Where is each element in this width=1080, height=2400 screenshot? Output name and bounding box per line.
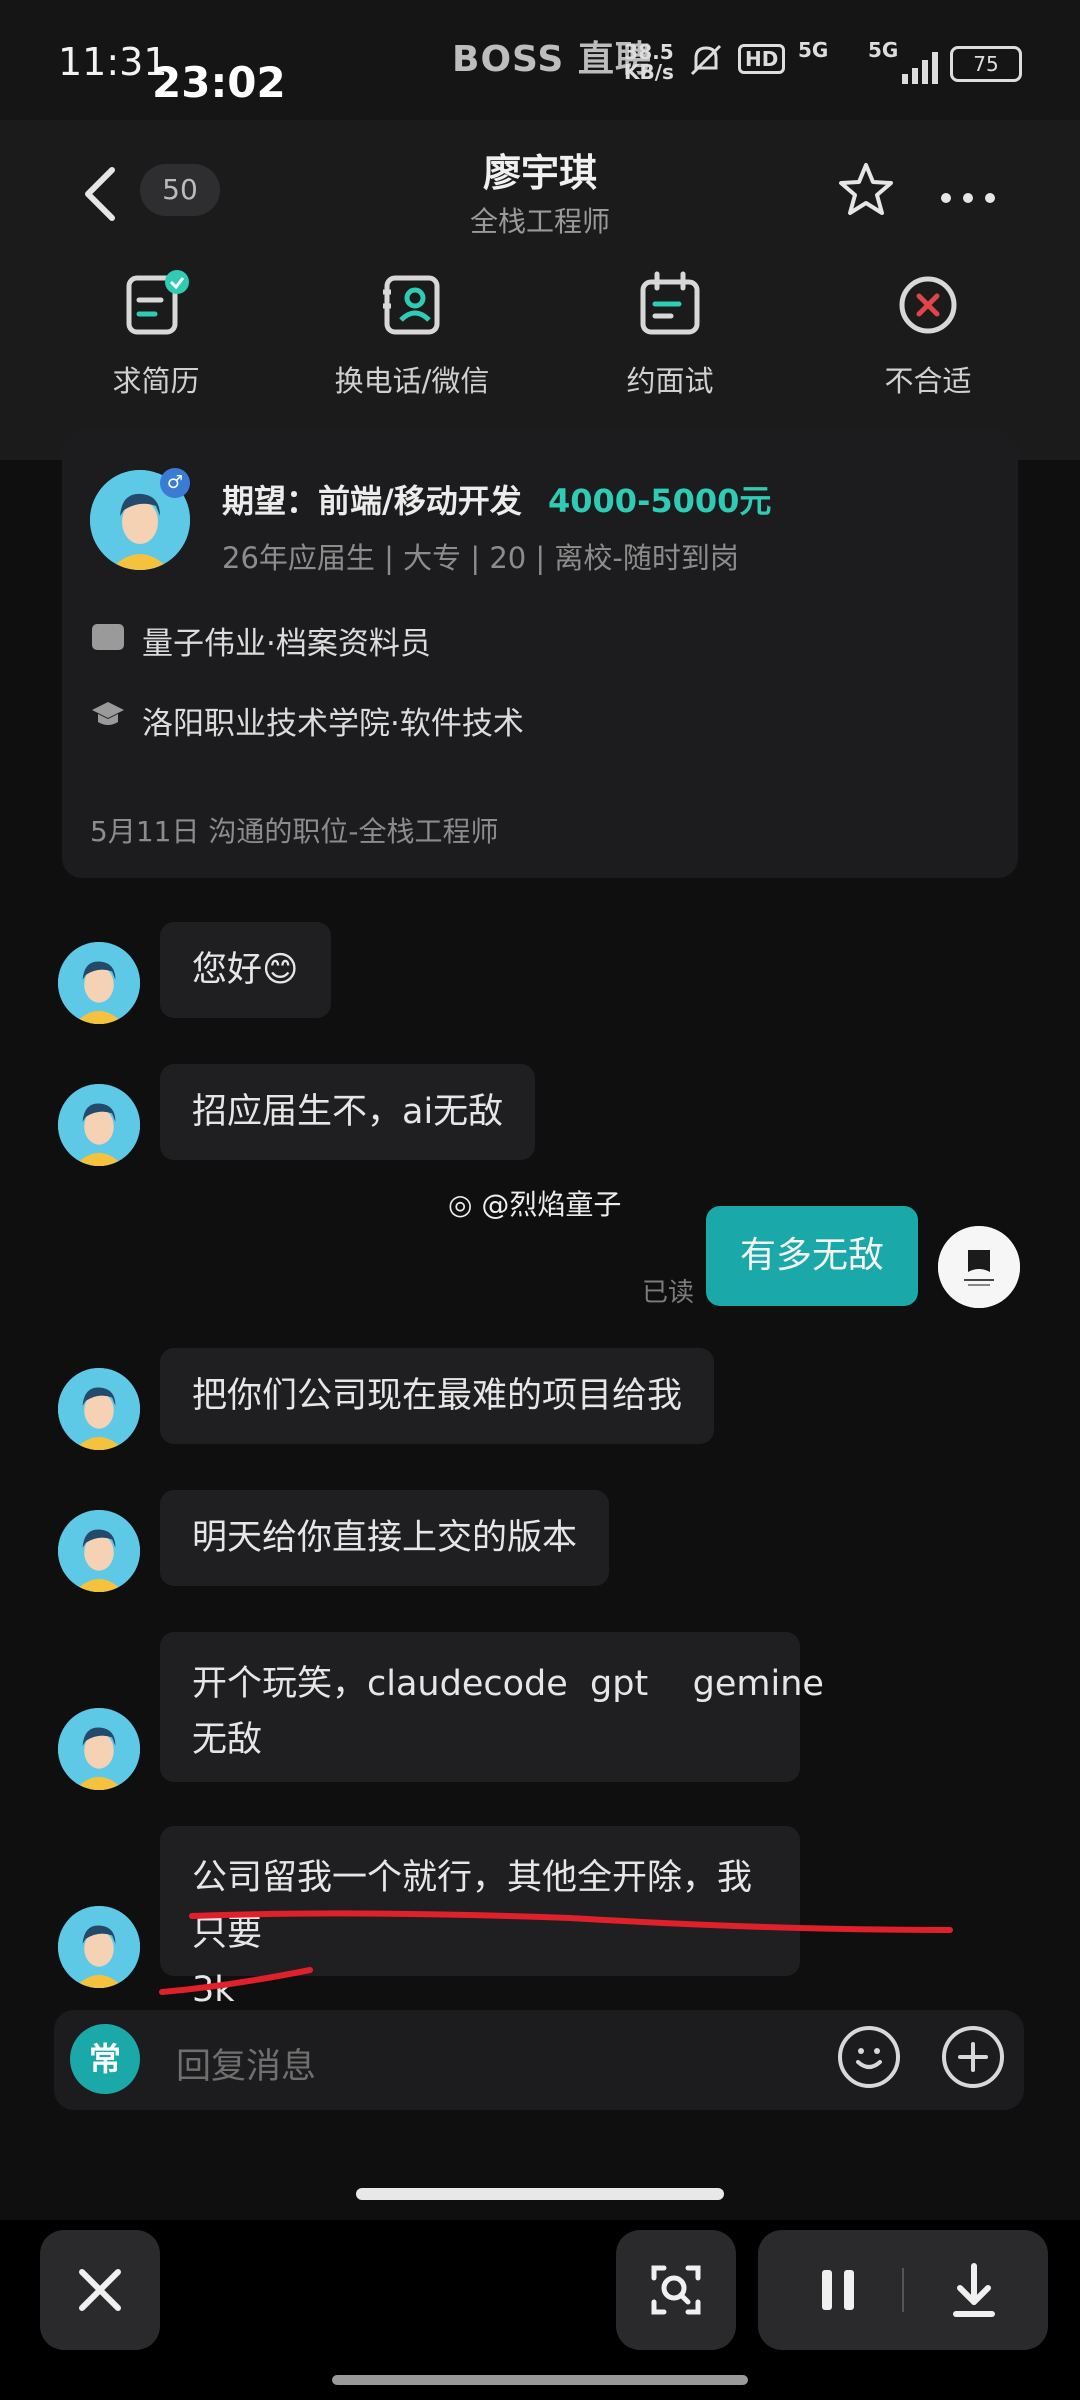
emoji-icon[interactable]: [838, 2026, 900, 2088]
briefcase-icon: [92, 624, 124, 650]
sender-avatar[interactable]: [58, 1510, 140, 1592]
watermark-text: @烈焰童子: [481, 1188, 622, 1221]
male-gender-icon: ♂: [160, 468, 190, 498]
sender-avatar[interactable]: [58, 1708, 140, 1790]
signal-label-2: 5G: [868, 38, 899, 62]
resume-icon: [121, 270, 191, 340]
status-time: 23:02: [152, 58, 286, 107]
expected-position: 期望：前端/移动开发: [222, 482, 522, 520]
playback-controls: [758, 2230, 1048, 2350]
close-icon: [79, 2269, 121, 2311]
weibo-watermark: ◎ @烈焰童子: [448, 1183, 621, 1223]
sender-avatar[interactable]: [58, 1906, 140, 1988]
contact-card-icon: [377, 270, 447, 340]
exchange-contact-button[interactable]: 换电话/微信: [322, 270, 502, 400]
divider: [902, 2268, 904, 2312]
reject-icon: [893, 270, 963, 340]
screenshot-search-button[interactable]: [616, 2230, 736, 2350]
home-indicator: [356, 2188, 724, 2200]
weibo-icon: ◎: [448, 1188, 482, 1221]
message-line: 开个玩笑，claudecode gpt gemine: [192, 1664, 824, 1704]
contact-name: 廖宇琪: [482, 151, 597, 195]
message-bubble[interactable]: 把你们公司现在最难的项目给我: [160, 1348, 715, 1444]
schedule-interview-label: 约面试: [626, 364, 714, 398]
more-options-icon[interactable]: [940, 168, 996, 219]
work-experience: 量子伟业·档案资料员: [142, 626, 431, 662]
message-bubble[interactable]: 招应届生不，ai无敌: [160, 1064, 536, 1160]
read-receipt: 已读: [642, 1278, 695, 1308]
signal-bars-icon: [900, 50, 940, 88]
communicated-position-note: 5月11日 沟通的职位-全栈工程师: [90, 815, 499, 848]
not-suitable-label: 不合适: [884, 364, 972, 398]
unread-count-badge: 50: [140, 164, 220, 216]
sender-avatar[interactable]: [58, 1368, 140, 1450]
close-button[interactable]: [40, 2230, 160, 2350]
message-bubble[interactable]: 明天给你直接上交的版本: [160, 1490, 610, 1586]
pause-icon[interactable]: [788, 2230, 888, 2350]
hd-icon: HD: [738, 44, 786, 74]
net-speed: 38.5 KB/s: [624, 42, 674, 82]
message-bubble[interactable]: 您好😊: [160, 922, 331, 1018]
battery-indicator: 75: [950, 46, 1022, 82]
download-icon[interactable]: [924, 2230, 1024, 2350]
plus-icon[interactable]: [942, 2026, 1004, 2088]
net-speed-unit: KB/s: [624, 60, 674, 84]
signal-label-1: 5G: [798, 38, 829, 62]
candidate-meta: 26年应届生 | 大专 | 20 | 离校-随时到岗: [222, 541, 739, 575]
contact-job-title: 全栈工程师: [469, 205, 610, 238]
system-navigation-bar: [332, 2375, 748, 2385]
education: 洛阳职业技术学院·软件技术: [142, 706, 524, 742]
sender-avatar[interactable]: [58, 942, 140, 1024]
message-line: 无敌: [192, 1720, 263, 1760]
my-message-bubble[interactable]: 有多无敌: [706, 1206, 918, 1306]
schedule-interview-button[interactable]: 约面试: [580, 270, 760, 400]
lens-scan-icon: [651, 2265, 701, 2315]
my-avatar[interactable]: [938, 1226, 1020, 1308]
graduation-cap-icon: [90, 700, 126, 738]
red-underline-annotation: [159, 1910, 953, 1995]
reply-input[interactable]: 回复消息: [176, 2038, 316, 2089]
request-resume-label: 求简历: [112, 364, 200, 398]
calendar-icon: [635, 270, 705, 340]
star-icon[interactable]: [836, 160, 896, 234]
not-suitable-button[interactable]: 不合适: [838, 270, 1018, 400]
message-bubble[interactable]: 开个玩笑，claudecode gpt gemine 无敌: [160, 1632, 824, 1782]
exchange-contact-label: 换电话/微信: [334, 364, 490, 398]
app-name: BOSS 直聘: [452, 39, 652, 80]
back-arrow-icon[interactable]: [82, 166, 118, 235]
mute-icon: [686, 40, 726, 87]
request-resume-button[interactable]: 求简历: [66, 270, 246, 400]
quick-phrases-button[interactable]: 常: [70, 2024, 140, 2094]
expected-salary: 4000-5000元: [548, 482, 772, 520]
sender-avatar[interactable]: [58, 1084, 140, 1166]
